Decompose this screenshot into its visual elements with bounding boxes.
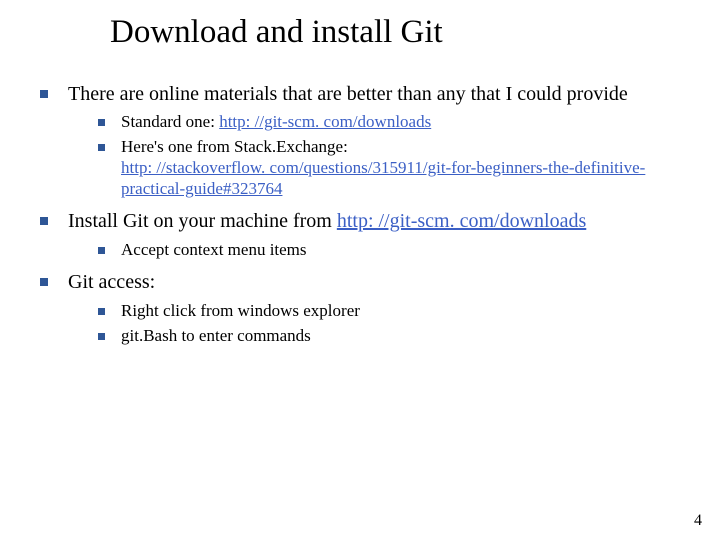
- square-bullet-icon: [98, 144, 105, 151]
- bullet-text: There are online materials that are bett…: [68, 82, 628, 106]
- bullet-text: Install Git on your machine from http: /…: [68, 209, 586, 233]
- square-bullet-icon: [98, 333, 105, 340]
- sub-bullet-text: git.Bash to enter commands: [121, 326, 311, 347]
- sub-bullet-text: Here's one from Stack.Exchange: http: //…: [121, 137, 680, 199]
- bullet-item: Git access:: [40, 270, 680, 294]
- page-number: 4: [694, 512, 702, 530]
- square-bullet-icon: [98, 119, 105, 126]
- sub-bullet-item: Here's one from Stack.Exchange: http: //…: [98, 137, 680, 199]
- hyperlink[interactable]: http: //stackoverflow. com/questions/315…: [121, 158, 645, 198]
- bullet-item: There are online materials that are bett…: [40, 82, 680, 106]
- hyperlink[interactable]: http: //git-scm. com/downloads: [219, 112, 431, 131]
- sub-bullet-text: Standard one: http: //git-scm. com/downl…: [121, 112, 431, 133]
- slide: Download and install Git There are onlin…: [0, 0, 720, 540]
- text-run: Install Git on your machine from: [68, 210, 337, 232]
- sub-bullet-group: Right click from windows explorer git.Ba…: [98, 301, 680, 346]
- text-run: Standard one:: [121, 112, 219, 131]
- text-run: Here's one from Stack.Exchange:: [121, 137, 348, 156]
- slide-body: There are online materials that are bett…: [40, 82, 680, 356]
- bullet-item: Install Git on your machine from http: /…: [40, 209, 680, 233]
- square-bullet-icon: [40, 217, 48, 225]
- square-bullet-icon: [40, 90, 48, 98]
- square-bullet-icon: [98, 308, 105, 315]
- hyperlink[interactable]: http: //git-scm. com/downloads: [337, 210, 586, 232]
- sub-bullet-text: Accept context menu items: [121, 240, 307, 261]
- sub-bullet-text: Right click from windows explorer: [121, 301, 360, 322]
- sub-bullet-item: Accept context menu items: [98, 240, 680, 261]
- square-bullet-icon: [40, 278, 48, 286]
- sub-bullet-item: git.Bash to enter commands: [98, 326, 680, 347]
- square-bullet-icon: [98, 247, 105, 254]
- sub-bullet-group: Standard one: http: //git-scm. com/downl…: [98, 112, 680, 199]
- slide-title: Download and install Git: [110, 14, 443, 51]
- bullet-text: Git access:: [68, 270, 155, 294]
- sub-bullet-item: Standard one: http: //git-scm. com/downl…: [98, 112, 680, 133]
- sub-bullet-item: Right click from windows explorer: [98, 301, 680, 322]
- sub-bullet-group: Accept context menu items: [98, 240, 680, 261]
